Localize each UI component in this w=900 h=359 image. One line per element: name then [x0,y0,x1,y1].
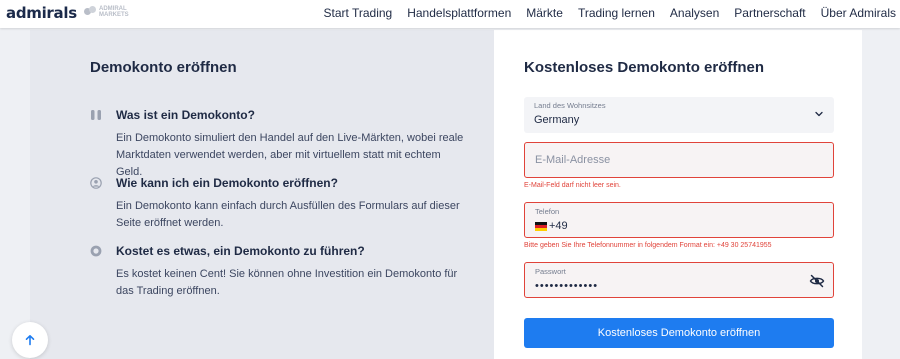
phone-label: Telefon [535,207,560,216]
admiral-markets-logo[interactable]: ADMIRAL MARKETS [84,6,135,18]
faq-question: Kostet es etwas, ein Demokonto zu führen… [116,244,365,258]
nav-ueber-admirals[interactable]: Über Admirals [821,6,896,20]
nav-start-trading[interactable]: Start Trading [324,6,393,20]
email-placeholder: E-Mail-Adresse [535,154,611,166]
coin-icon [90,245,102,257]
password-value: ••••••••••••• [535,280,599,292]
signup-form-panel: Kostenloses Demokonto eröffnen Land des … [494,30,862,359]
nav-trading-lernen[interactable]: Trading lernen [578,6,655,20]
faq-question: Wie kann ich ein Demokonto eröffnen? [116,176,338,190]
country-label: Land des Wohnsitzes [534,101,606,110]
faq-question: Was ist ein Demokonto? [116,108,255,122]
phone-error: Bitte geben Sie Ihre Telefonnummer in fo… [524,242,772,249]
eye-slash-icon[interactable] [809,274,825,288]
faq-answer: Es kostet keinen Cent! Sie können ohne I… [116,268,458,297]
top-navigation: admirals ADMIRAL MARKETS Start Trading H… [0,0,900,28]
form-title: Kostenloses Demokonto eröffnen [524,59,765,76]
email-field[interactable]: E-Mail-Adresse [524,142,834,178]
arrow-up-icon [25,335,35,346]
user-circle-icon [90,177,102,189]
nav-partnerschaft[interactable]: Partnerschaft [734,6,805,20]
info-title: Demokonto eröffnen [90,59,237,76]
open-demo-account-button[interactable]: Kostenloses Demokonto eröffnen [524,318,834,348]
hourglass-icon [91,110,101,120]
admirals-logo[interactable]: admirals [6,4,77,22]
nav-analysen[interactable]: Analysen [670,6,719,20]
admiral-markets-logo-text: ADMIRAL MARKETS [99,6,129,18]
admiral-markets-mark-icon [84,6,96,18]
nav-maerkte[interactable]: Märkte [526,6,563,20]
phone-field[interactable]: Telefon +49 [524,202,834,238]
email-error: E-Mail-Feld darf nicht leer sein. [524,182,621,189]
country-select[interactable]: Land des Wohnsitzes Germany [524,97,834,133]
nav-handelsplattformen[interactable]: Handelsplattformen [407,6,511,20]
faq-answer: Ein Demokonto simuliert den Handel auf d… [116,132,464,178]
info-panel: Demokonto eröffnen Was ist ein Demokonto… [30,30,494,359]
country-value: Germany [534,114,580,126]
password-label: Passwort [535,267,566,276]
scroll-to-top-button[interactable] [12,322,48,358]
password-field[interactable]: Passwort ••••••••••••• [524,262,834,298]
phone-country-code: +49 [549,220,568,232]
main-menu: Start Trading Handelsplattformen Märkte … [309,6,897,20]
chevron-down-icon [815,111,823,117]
faq-answer: Ein Demokonto kann einfach durch Ausfüll… [116,200,460,229]
germany-flag-icon [535,222,547,231]
